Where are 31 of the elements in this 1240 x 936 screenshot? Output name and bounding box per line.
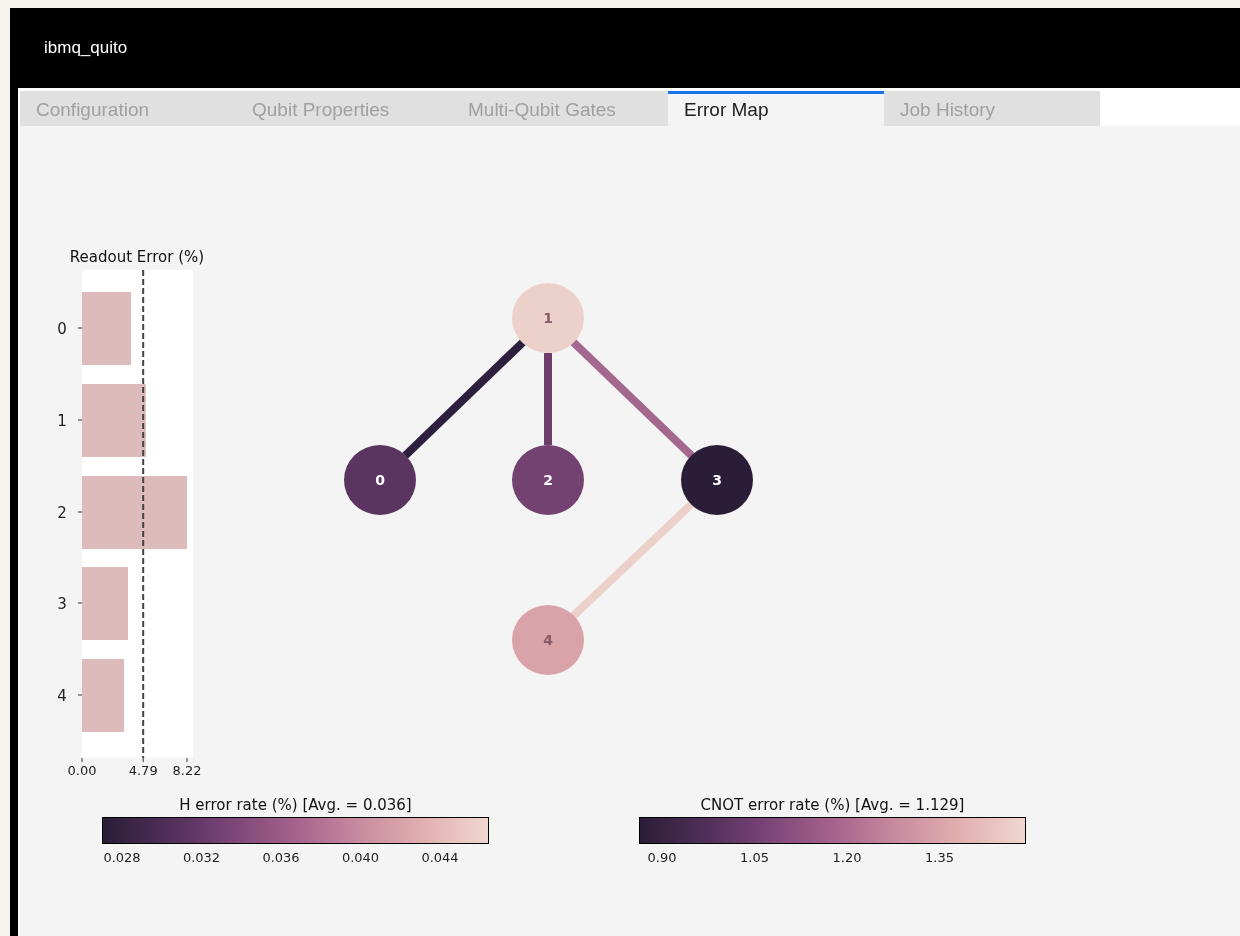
axis-label: 3: [57, 595, 67, 613]
colorbar-title: CNOT error rate (%) [Avg. = 1.129]: [700, 796, 965, 814]
tick-label: 0.044: [421, 850, 459, 865]
node-label: 2: [543, 472, 553, 488]
tab[interactable]: Job History: [884, 91, 1100, 126]
tab[interactable]: Error Map: [668, 91, 884, 126]
axis-label: 0: [57, 320, 67, 338]
tab[interactable]: Multi-Qubit Gates: [452, 91, 668, 126]
node-label: 0: [375, 472, 385, 488]
node-label: 4: [543, 632, 553, 648]
axis-label: 2: [57, 504, 67, 522]
tick-label: 0.036: [262, 850, 300, 865]
tick-label: 0.032: [182, 850, 221, 865]
tick-label: 1.05: [740, 850, 769, 865]
tab[interactable]: Configuration: [20, 91, 236, 126]
tick-label: 0.90: [647, 850, 677, 865]
tick-label: 4.79: [128, 763, 158, 778]
node-label: 3: [712, 472, 722, 488]
colorbar-title: H error rate (%) [Avg. = 0.036]: [179, 796, 412, 814]
node-label: 1: [543, 310, 553, 326]
tick-label: 0.040: [341, 850, 380, 865]
tab[interactable]: Qubit Properties: [236, 91, 452, 126]
tick-label: 1.35: [925, 850, 954, 865]
axis-label: 1: [57, 412, 67, 430]
tick-label: 0.028: [103, 850, 141, 865]
tick-label: 1.20: [832, 850, 862, 865]
axis-label: 4: [57, 687, 67, 705]
tick-label: 0.00: [67, 763, 97, 778]
window-title: ibmq_quito: [44, 38, 128, 58]
chart-title: Readout Error (%): [69, 248, 205, 266]
tick-label: 8.22: [172, 763, 202, 778]
